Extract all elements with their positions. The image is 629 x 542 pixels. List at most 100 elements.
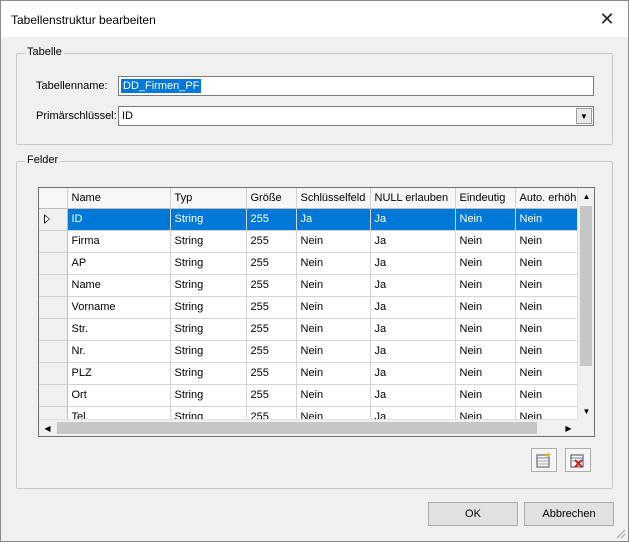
table-cell[interactable]: 255 [246, 362, 297, 385]
table-name-field[interactable]: DD_Firmen_PF [118, 76, 594, 96]
column-header[interactable]: Größe [246, 188, 297, 209]
table-cell[interactable]: PLZ [67, 362, 171, 385]
fields-grid[interactable]: Name Typ Größe Schlüsselfeld NULL erlauben Ei… [38, 187, 595, 437]
table-row[interactable]: Firma String 255 Nein Ja Nein Nein [39, 230, 586, 253]
table-cell[interactable]: Nein [515, 274, 586, 297]
table-cell[interactable]: Nein [296, 230, 371, 253]
row-header[interactable] [39, 208, 68, 231]
close-button[interactable]: ✕ [594, 7, 620, 31]
table-cell[interactable]: String [170, 362, 247, 385]
column-header[interactable]: Schlüsselfeld [296, 188, 371, 209]
row-header[interactable] [39, 318, 68, 341]
table-row[interactable]: Name String 255 Nein Ja Nein Nein [39, 274, 586, 297]
table-cell[interactable]: 255 [246, 274, 297, 297]
add-field-button[interactable] [531, 448, 557, 472]
table-cell[interactable]: AP [67, 252, 171, 275]
scroll-up-icon[interactable]: ▲ [578, 188, 594, 205]
table-cell[interactable]: String [170, 230, 247, 253]
table-cell[interactable]: Vorname [67, 296, 171, 319]
resize-grip-icon[interactable] [616, 529, 626, 539]
table-cell[interactable]: 255 [246, 252, 297, 275]
column-header[interactable]: Eindeutig [455, 188, 516, 209]
table-cell[interactable]: String [170, 318, 247, 341]
table-cell[interactable]: Ja [296, 208, 371, 231]
table-cell[interactable]: Nein [455, 362, 516, 385]
horizontal-scrollbar[interactable]: ◀ ▶ [39, 419, 577, 436]
horizontal-scroll-thumb[interactable] [57, 422, 537, 434]
table-cell[interactable]: Nein [455, 274, 516, 297]
table-cell[interactable]: Ja [370, 230, 456, 253]
table-cell[interactable]: 255 [246, 384, 297, 407]
table-row[interactable]: PLZ String 255 Nein Ja Nein Nein [39, 362, 586, 385]
table-cell[interactable]: 255 [246, 230, 297, 253]
table-cell[interactable]: Ort [67, 384, 171, 407]
table-cell[interactable]: Firma [67, 230, 171, 253]
row-header[interactable] [39, 362, 68, 385]
table-cell[interactable]: 255 [246, 340, 297, 363]
column-header[interactable]: Typ [170, 188, 247, 209]
table-cell[interactable]: String [170, 384, 247, 407]
delete-field-button[interactable] [565, 448, 591, 472]
table-cell[interactable]: Nein [296, 296, 371, 319]
table-cell[interactable]: Nein [515, 362, 586, 385]
table-row[interactable]: Ort String 255 Nein Ja Nein Nein [39, 384, 586, 407]
row-header[interactable] [39, 296, 68, 319]
row-header[interactable] [39, 230, 68, 253]
table-cell[interactable]: Nein [296, 274, 371, 297]
table-cell[interactable]: String [170, 274, 247, 297]
scroll-left-icon[interactable]: ◀ [39, 420, 56, 436]
table-cell[interactable]: Ja [370, 384, 456, 407]
row-header[interactable] [39, 274, 68, 297]
table-cell[interactable]: Nein [296, 318, 371, 341]
column-header[interactable]: NULL erlauben [370, 188, 456, 209]
chevron-down-icon[interactable]: ▼ [576, 108, 592, 124]
table-cell[interactable]: Nein [455, 318, 516, 341]
table-row[interactable]: Nr. String 255 Nein Ja Nein Nein [39, 340, 586, 363]
vertical-scrollbar[interactable]: ▲ ▼ [577, 188, 594, 420]
table-cell[interactable]: Ja [370, 362, 456, 385]
table-cell[interactable]: Nein [455, 230, 516, 253]
table-row[interactable]: ID String 255 Ja Ja Nein Nein [39, 208, 586, 231]
table-cell[interactable]: Ja [370, 252, 456, 275]
table-cell[interactable]: String [170, 208, 247, 231]
table-cell[interactable]: Nein [515, 340, 586, 363]
table-cell[interactable]: Nein [296, 252, 371, 275]
table-cell[interactable]: Ja [370, 318, 456, 341]
table-cell[interactable]: String [170, 252, 247, 275]
table-cell[interactable]: String [170, 296, 247, 319]
ok-button[interactable]: OK [428, 502, 518, 526]
table-cell[interactable]: Nein [515, 384, 586, 407]
table-cell[interactable]: Str. [67, 318, 171, 341]
table-cell[interactable]: Nein [455, 384, 516, 407]
table-cell[interactable]: Ja [370, 340, 456, 363]
table-cell[interactable]: Nein [515, 318, 586, 341]
table-cell[interactable]: Nein [515, 208, 586, 231]
table-cell[interactable]: Ja [370, 274, 456, 297]
table-cell[interactable]: Nein [515, 252, 586, 275]
primary-key-select[interactable]: ID ▼ [118, 106, 594, 126]
table-cell[interactable]: Nein [455, 340, 516, 363]
row-header[interactable] [39, 252, 68, 275]
table-cell[interactable]: Ja [370, 296, 456, 319]
table-cell[interactable]: Nein [515, 296, 586, 319]
table-cell[interactable]: ID [67, 208, 171, 231]
cancel-button[interactable]: Abbrechen [524, 502, 614, 526]
table-cell[interactable]: Nein [455, 208, 516, 231]
scroll-down-icon[interactable]: ▼ [578, 403, 594, 420]
table-cell[interactable]: Name [67, 274, 171, 297]
table-cell[interactable]: 255 [246, 208, 297, 231]
table-cell[interactable]: 255 [246, 318, 297, 341]
scroll-right-icon[interactable]: ▶ [560, 420, 577, 436]
column-header[interactable]: Auto. erhöh [515, 188, 586, 209]
table-cell[interactable]: Nein [455, 296, 516, 319]
table-cell[interactable]: Nein [296, 362, 371, 385]
column-header[interactable]: Name [67, 188, 171, 209]
vertical-scroll-thumb[interactable] [580, 206, 592, 366]
table-cell[interactable]: Nr. [67, 340, 171, 363]
table-cell[interactable]: Nein [455, 252, 516, 275]
table-row[interactable]: AP String 255 Nein Ja Nein Nein [39, 252, 586, 275]
row-header[interactable] [39, 384, 68, 407]
table-cell[interactable]: Ja [370, 208, 456, 231]
table-cell[interactable]: Nein [296, 384, 371, 407]
table-row[interactable]: Vorname String 255 Nein Ja Nein Nein [39, 296, 586, 319]
